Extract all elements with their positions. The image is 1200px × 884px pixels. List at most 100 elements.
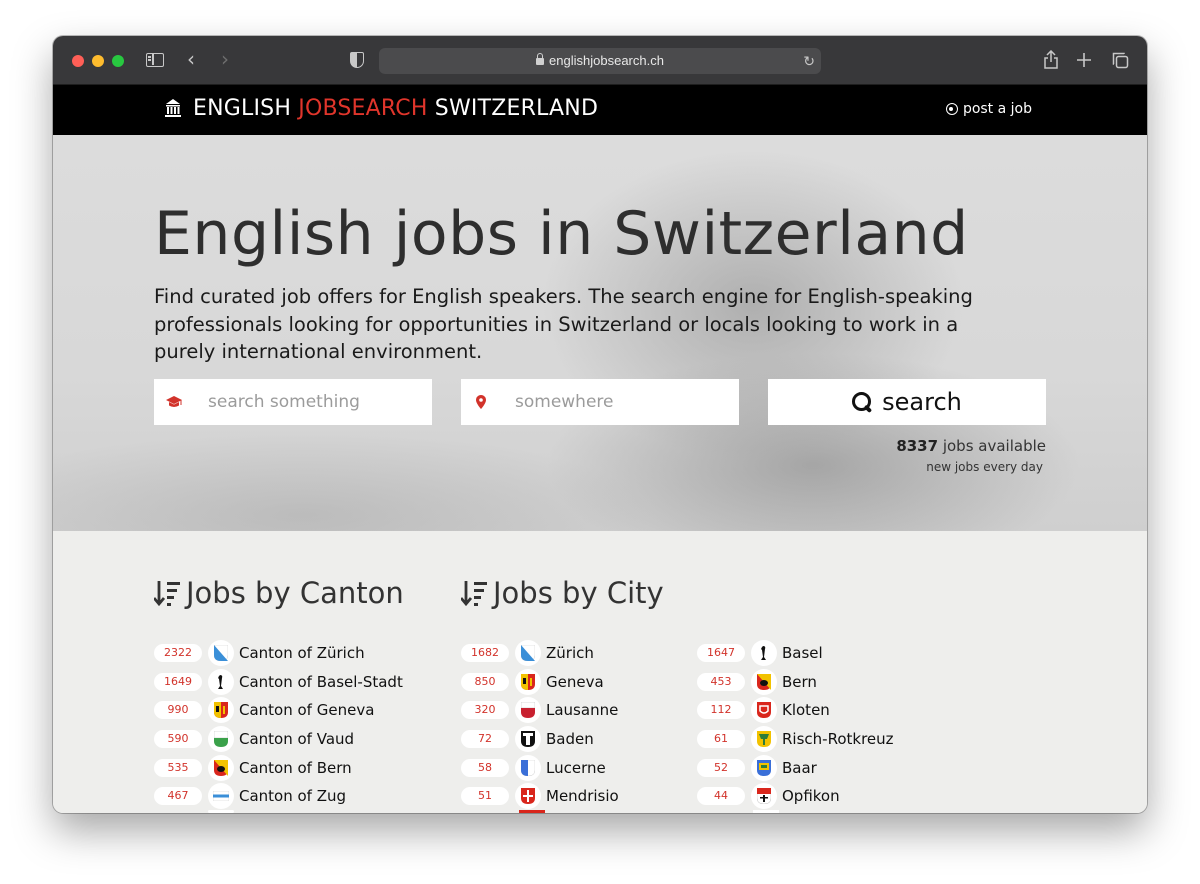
job-count-badge: 990 xyxy=(154,701,202,720)
list-item-label: Canton of Zug xyxy=(239,787,347,806)
list-item[interactable]: 72 Baden xyxy=(461,725,619,754)
job-lists-section: Jobs by Canton Jobs by City 2322 Canton … xyxy=(53,531,1147,813)
job-count-badge: 453 xyxy=(697,672,745,691)
back-icon[interactable]: ‹ xyxy=(187,49,195,69)
list-item-label: Canton of Zürich xyxy=(239,644,365,663)
opfikon-flag-icon xyxy=(751,783,777,810)
where-field[interactable] xyxy=(461,379,739,425)
jobs-available-label: jobs available xyxy=(938,437,1046,455)
basel-flag-icon xyxy=(208,668,234,695)
lausanne-flag-icon xyxy=(515,697,541,724)
list-item[interactable]: 1647 Basel xyxy=(697,639,894,668)
minimize-window-button[interactable] xyxy=(92,55,104,67)
list-item-label: Canton of Bern xyxy=(239,758,352,777)
zoom-window-button[interactable] xyxy=(112,55,124,67)
zug-flag-icon xyxy=(208,783,234,810)
list-item-label: Lucerne xyxy=(546,758,606,777)
tab-overview-icon[interactable] xyxy=(1112,52,1129,69)
lock-icon xyxy=(536,53,545,65)
url-text: englishjobsearch.ch xyxy=(549,53,664,68)
list-item[interactable]: 535 Canton of Bern xyxy=(154,753,403,782)
list-item[interactable]: 2322 Canton of Zürich xyxy=(154,639,403,668)
canton-section-title: Jobs by Canton xyxy=(154,576,404,610)
brand-title[interactable]: ENGLISH JOBSEARCH SWITZERLAND xyxy=(193,96,598,121)
list-item[interactable]: 52 Baar xyxy=(697,753,894,782)
sidebar-toggle-icon[interactable] xyxy=(146,53,164,67)
job-count-badge: 51 xyxy=(461,787,509,806)
address-bar[interactable]: englishjobsearch.ch ↻ xyxy=(379,48,821,74)
job-count-badge: 1647 xyxy=(697,644,745,663)
search-input[interactable] xyxy=(194,379,424,425)
list-item[interactable]: 58 Lucerne xyxy=(461,753,619,782)
vaud-flag-icon xyxy=(208,726,234,753)
job-count-badge: 1682 xyxy=(461,644,509,663)
zurich-flag-icon xyxy=(515,640,541,667)
new-tab-icon[interactable] xyxy=(1077,53,1091,67)
brand-part-switzerland: SWITZERLAND xyxy=(427,96,599,121)
list-item[interactable]: 44 Opfikon xyxy=(697,782,894,811)
list-item[interactable]: 51 Mendrisio xyxy=(461,782,619,811)
forward-icon[interactable]: › xyxy=(221,49,229,69)
list-item-label: Kloten xyxy=(782,701,830,720)
geneva-flag-icon xyxy=(515,668,541,695)
location-input[interactable] xyxy=(501,379,731,425)
list-item-label: Opfikon xyxy=(782,787,840,806)
zurich-flag-icon xyxy=(208,640,234,667)
brand-part-jobsearch: JOBSEARCH xyxy=(298,96,428,121)
city-list-2: 1647 Basel 453 Bern 112 Kloten 61 Risch-… xyxy=(697,639,894,811)
canton-list: 2322 Canton of Zürich 1649 Canton of Bas… xyxy=(154,639,403,811)
canton-title-label: Jobs by Canton xyxy=(186,576,404,610)
city-section-title: Jobs by City xyxy=(461,576,664,610)
list-item[interactable]: 467 Canton of Zug xyxy=(154,782,403,811)
list-item-label: Canton of Basel-Stadt xyxy=(239,672,403,691)
baar-flag-icon xyxy=(751,754,777,781)
clipped-row-hint xyxy=(753,810,779,813)
brand-part-english: ENGLISH xyxy=(193,96,299,121)
job-count-badge: 44 xyxy=(697,787,745,806)
job-count-badge: 52 xyxy=(697,758,745,777)
list-item[interactable]: 112 Kloten xyxy=(697,696,894,725)
job-count-badge: 112 xyxy=(697,701,745,720)
list-item[interactable]: 453 Bern xyxy=(697,668,894,697)
lucerne-flag-icon xyxy=(515,754,541,781)
list-item-label: Zürich xyxy=(546,644,594,663)
basel-flag-icon xyxy=(751,640,777,667)
city-list-1: 1682 Zürich 850 Geneva 320 Lausanne 72 B… xyxy=(461,639,619,811)
privacy-shield-icon[interactable] xyxy=(350,52,364,68)
post-job-label: post a job xyxy=(962,101,1032,117)
what-field[interactable] xyxy=(154,379,432,425)
map-marker-icon xyxy=(461,379,501,425)
reload-icon[interactable]: ↻ xyxy=(803,48,815,74)
parliament-logo-icon[interactable] xyxy=(165,99,181,117)
list-item[interactable]: 590 Canton of Vaud xyxy=(154,725,403,754)
browser-toolbar: ‹ › englishjobsearch.ch ↻ xyxy=(53,36,1147,85)
job-count-badge: 320 xyxy=(461,701,509,720)
post-job-link[interactable]: post a job xyxy=(945,101,1032,117)
sort-amount-icon xyxy=(461,581,487,607)
search-button[interactable]: search xyxy=(768,379,1046,425)
bern-flag-icon xyxy=(751,668,777,695)
city-title-label: Jobs by City xyxy=(493,576,664,610)
list-item-label: Canton of Geneva xyxy=(239,701,375,720)
kloten-flag-icon xyxy=(751,697,777,724)
list-item[interactable]: 1649 Canton of Basel-Stadt xyxy=(154,668,403,697)
new-jobs-text: new jobs every day xyxy=(926,460,1043,474)
graduation-cap-icon xyxy=(154,379,194,425)
job-count-badge: 467 xyxy=(154,787,202,806)
sort-amount-icon xyxy=(154,581,180,607)
page-title: English jobs in Switzerland xyxy=(154,199,969,269)
list-item-label: Basel xyxy=(782,644,823,663)
baden-flag-icon xyxy=(515,726,541,753)
list-item[interactable]: 850 Geneva xyxy=(461,668,619,697)
list-item[interactable]: 990 Canton of Geneva xyxy=(154,696,403,725)
list-item[interactable]: 61 Risch-Rotkreuz xyxy=(697,725,894,754)
share-icon[interactable] xyxy=(1043,50,1059,70)
list-item-label: Bern xyxy=(782,672,817,691)
risch-flag-icon xyxy=(751,726,777,753)
list-item-label: Lausanne xyxy=(546,701,619,720)
close-window-button[interactable] xyxy=(72,55,84,67)
list-item[interactable]: 1682 Zürich xyxy=(461,639,619,668)
hero-subtitle: Find curated job offers for English spea… xyxy=(154,285,973,363)
list-item[interactable]: 320 Lausanne xyxy=(461,696,619,725)
dot-circle-icon xyxy=(945,103,958,115)
